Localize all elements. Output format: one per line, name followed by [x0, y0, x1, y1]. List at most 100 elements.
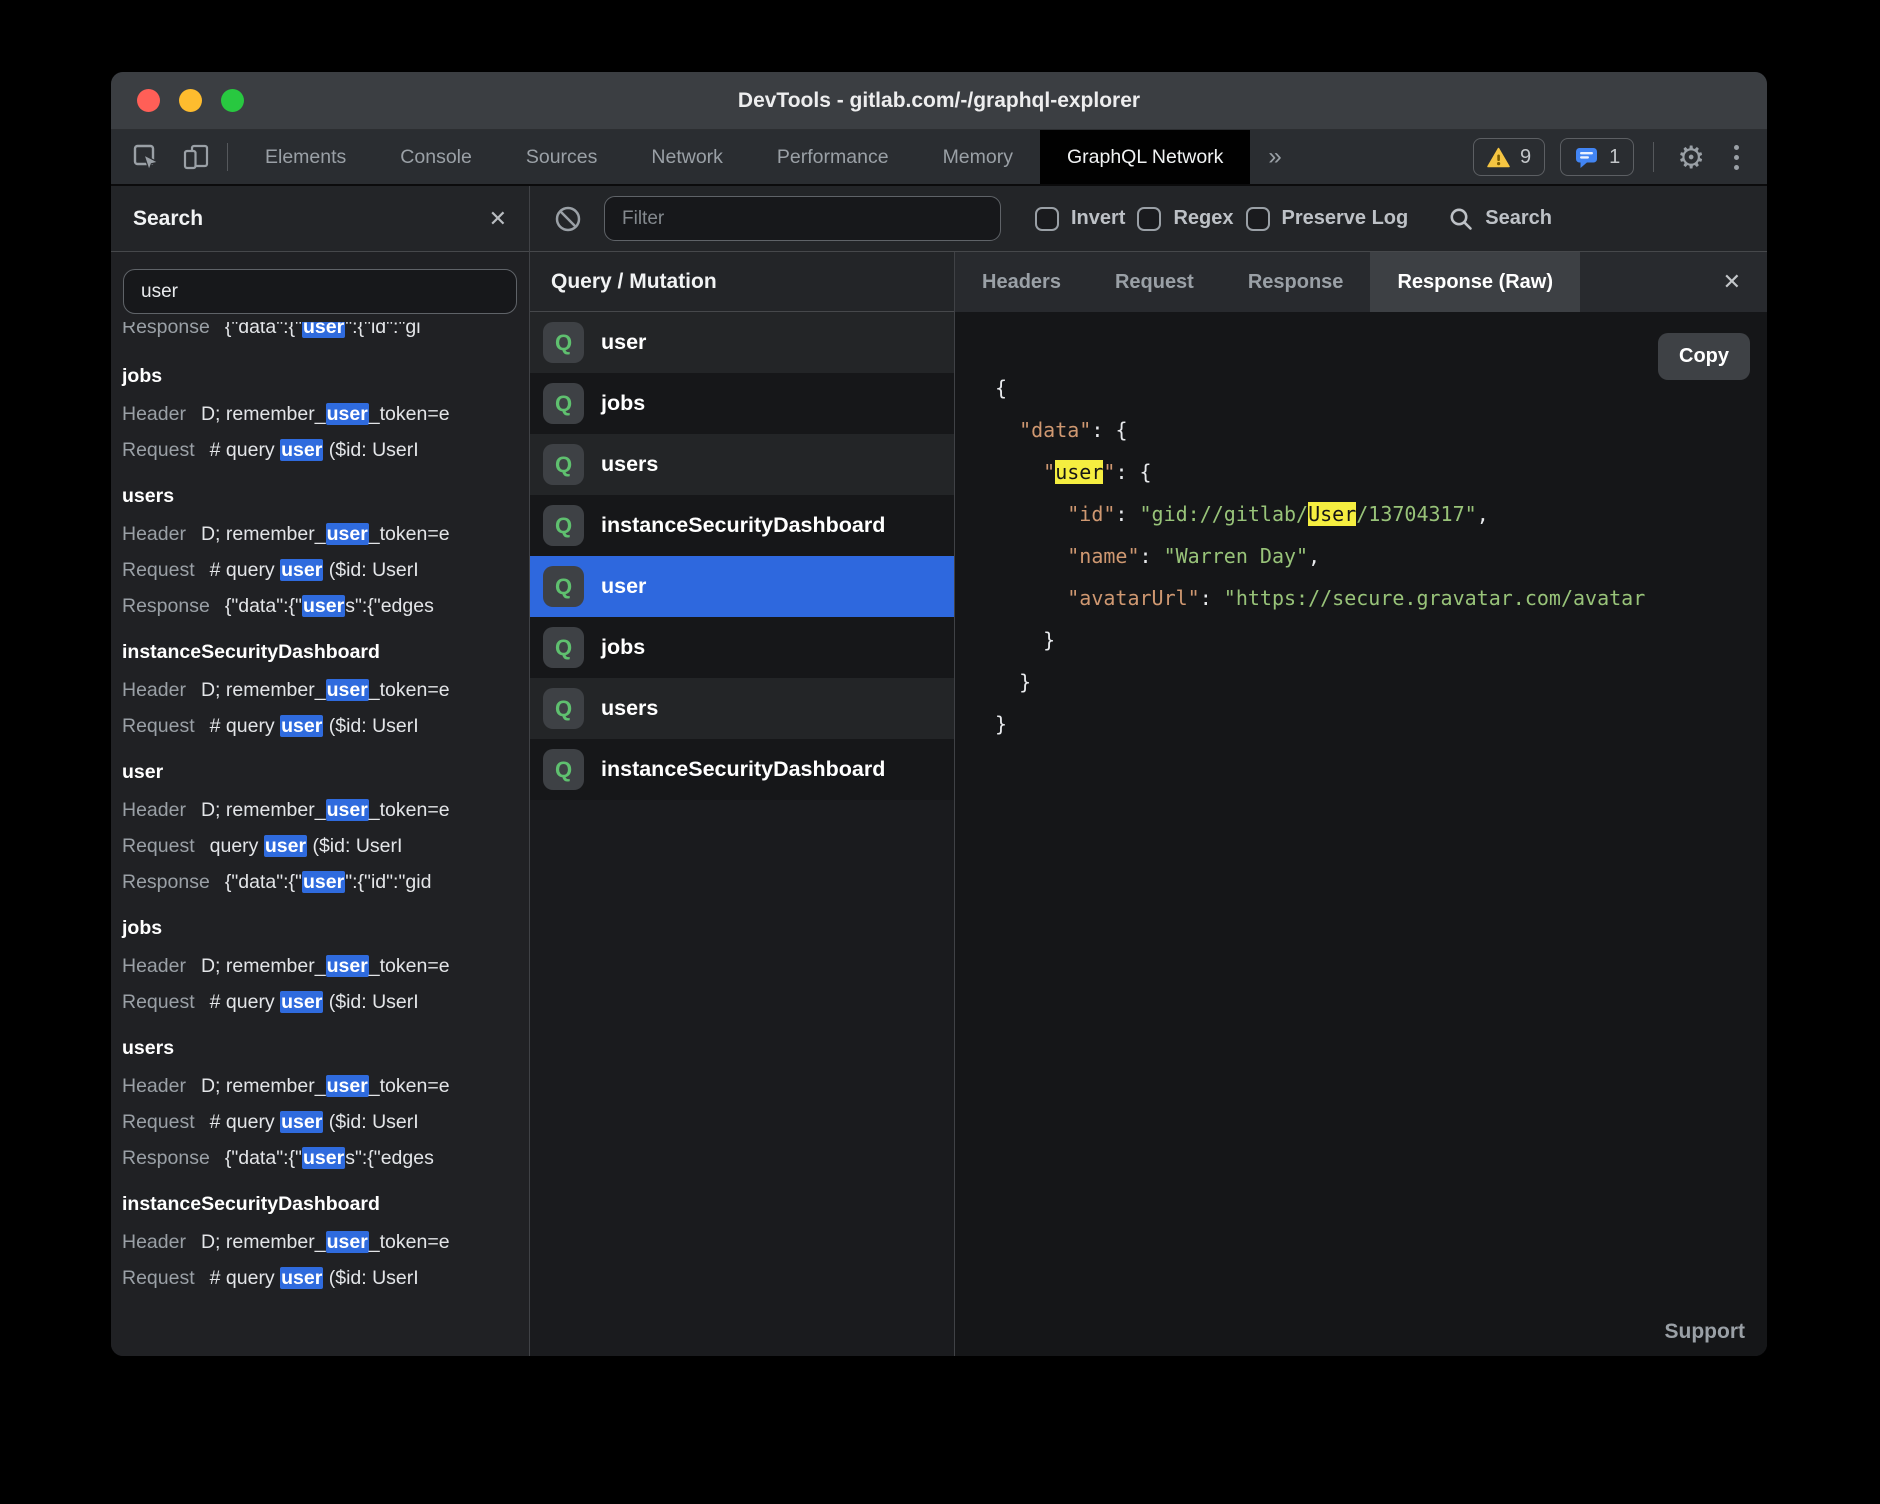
search-result-row-text: # query user ($id: UserI: [210, 439, 419, 461]
json-response: { "data": { "user": { "id": "gid://gitla…: [995, 367, 1767, 745]
search-result-row-text: # query user ($id: UserI: [210, 1111, 419, 1133]
close-details-icon[interactable]: ✕: [1697, 252, 1767, 312]
search-result-section-users: usersHeaderD; remember_user_token=eReque…: [111, 1020, 529, 1176]
search-result-row[interactable]: Response{"data":{"users":{"edges: [111, 1140, 529, 1176]
toolbar-divider: [1653, 142, 1654, 172]
main-content: Search ✕ Response{"data":{"user":{"id":"…: [111, 186, 1767, 1356]
search-result-row[interactable]: Request# query user ($id: UserI: [111, 552, 529, 588]
more-options-icon[interactable]: [1724, 145, 1749, 170]
toolbar-left-icons: [125, 130, 217, 184]
match-highlight: user: [280, 991, 323, 1013]
json-line: "name": "Warren Day",: [995, 535, 1767, 577]
search-panel: Search ✕ Response{"data":{"user":{"id":"…: [111, 186, 530, 1356]
search-result-section-users: usersHeaderD; remember_user_token=eReque…: [111, 468, 529, 624]
search-results-list: Response{"data":{"user":{"id":"gijobsHea…: [111, 322, 529, 1356]
search-result-row[interactable]: HeaderD; remember_user_token=e: [111, 792, 529, 828]
tab-request[interactable]: Request: [1088, 252, 1221, 312]
regex-checkbox[interactable]: Regex: [1137, 207, 1233, 231]
close-window-button[interactable]: [137, 89, 160, 112]
tab-headers[interactable]: Headers: [955, 252, 1088, 312]
search-result-row-label: Request: [122, 439, 195, 461]
search-result-row[interactable]: HeaderD; remember_user_token=e: [111, 672, 529, 708]
query-list-item-instancesecuritydashboard[interactable]: QinstanceSecurityDashboard: [530, 739, 954, 800]
invert-checkbox[interactable]: Invert: [1035, 207, 1125, 231]
devtools-toolbar: ElementsConsoleSourcesNetworkPerformance…: [111, 130, 1767, 186]
search-input[interactable]: [123, 269, 517, 314]
support-link[interactable]: Support: [1665, 1320, 1745, 1344]
filter-bar: Invert Regex Preserve Log Search: [530, 186, 1767, 252]
search-result-row[interactable]: Request# query user ($id: UserI: [111, 984, 529, 1020]
query-list-item-users[interactable]: Qusers: [530, 678, 954, 739]
clear-log-icon[interactable]: [554, 205, 582, 233]
inspect-element-icon[interactable]: [125, 136, 167, 178]
tab-elements[interactable]: Elements: [238, 130, 373, 184]
query-list-item-instancesecuritydashboard[interactable]: QinstanceSecurityDashboard: [530, 495, 954, 556]
search-result-row[interactable]: Requestquery user ($id: UserI: [111, 828, 529, 864]
network-search-label: Search: [1485, 207, 1552, 230]
search-result-row-text: # query user ($id: UserI: [210, 1267, 419, 1289]
zoom-window-button[interactable]: [221, 89, 244, 112]
tab-performance[interactable]: Performance: [750, 130, 916, 184]
query-name: instanceSecurityDashboard: [601, 513, 885, 538]
query-list-item-user[interactable]: Quser: [530, 312, 954, 373]
match-highlight: user: [280, 1111, 323, 1133]
query-list-item-jobs[interactable]: Qjobs: [530, 373, 954, 434]
search-result-row[interactable]: HeaderD; remember_user_token=e: [111, 1224, 529, 1260]
copy-button[interactable]: Copy: [1658, 333, 1750, 380]
match-highlight: user: [302, 1147, 345, 1169]
query-list-item-users[interactable]: Qusers: [530, 434, 954, 495]
search-result-row-label: Response: [122, 1147, 210, 1169]
tab-sources[interactable]: Sources: [499, 130, 625, 184]
tab-console[interactable]: Console: [373, 130, 499, 184]
close-search-icon[interactable]: ✕: [489, 206, 507, 232]
minimize-window-button[interactable]: [179, 89, 202, 112]
search-result-row[interactable]: Response{"data":{"users":{"edges: [111, 588, 529, 624]
panels-split: Query / Mutation QuserQjobsQusersQinstan…: [530, 252, 1767, 1356]
search-result-row-label: Header: [122, 523, 186, 545]
regex-checkbox-box[interactable]: [1137, 207, 1161, 231]
search-result-row-text: # query user ($id: UserI: [210, 715, 419, 737]
search-result-row[interactable]: Request# query user ($id: UserI: [111, 708, 529, 744]
device-toolbar-icon[interactable]: [175, 136, 217, 178]
search-result-row-text: D; remember_user_token=e: [201, 799, 450, 821]
search-result-row-text: {"data":{"user":{"id":"gi: [225, 322, 421, 338]
match-highlight: user: [326, 1231, 369, 1253]
json-line: "user": {: [995, 451, 1767, 493]
search-result-row[interactable]: Request# query user ($id: UserI: [111, 1104, 529, 1140]
tab-response[interactable]: Response: [1221, 252, 1371, 312]
query-list-item-user[interactable]: Quser: [530, 556, 954, 617]
search-result-row[interactable]: HeaderD; remember_user_token=e: [111, 948, 529, 984]
json-line: "data": {: [995, 409, 1767, 451]
query-list: QuserQjobsQusersQinstanceSecurityDashboa…: [530, 312, 954, 1356]
preserve-log-checkbox[interactable]: Preserve Log: [1246, 207, 1409, 231]
query-list-item-jobs[interactable]: Qjobs: [530, 617, 954, 678]
tab-memory[interactable]: Memory: [916, 130, 1040, 184]
query-type-badge: Q: [543, 505, 584, 546]
search-result-row[interactable]: HeaderD; remember_user_token=e: [111, 396, 529, 432]
invert-checkbox-box[interactable]: [1035, 207, 1059, 231]
warnings-badge[interactable]: 9: [1473, 138, 1545, 176]
search-result-row[interactable]: Response{"data":{"user":{"id":"gid: [111, 864, 529, 900]
match-highlight: user: [326, 955, 369, 977]
messages-badge[interactable]: 1: [1560, 138, 1634, 176]
search-result-row[interactable]: HeaderD; remember_user_token=e: [111, 1068, 529, 1104]
search-result-row-label: Header: [122, 1075, 186, 1097]
tab-graphql-network[interactable]: GraphQL Network: [1040, 130, 1250, 184]
search-result-row-text: # query user ($id: UserI: [210, 991, 419, 1013]
search-result-row[interactable]: HeaderD; remember_user_token=e: [111, 516, 529, 552]
search-result-row[interactable]: Response{"data":{"user":{"id":"gi: [111, 322, 529, 345]
search-result-row[interactable]: Request# query user ($id: UserI: [111, 1260, 529, 1296]
search-result-row[interactable]: Request # query user ($id: UserI: [111, 432, 529, 468]
settings-icon[interactable]: ⚙: [1673, 142, 1709, 173]
search-input-wrap: [111, 252, 529, 322]
invert-checkbox-label: Invert: [1071, 207, 1125, 230]
tab-response-raw[interactable]: Response (Raw): [1370, 252, 1580, 312]
filter-input[interactable]: [604, 196, 1001, 241]
search-result-row-text: D; remember_user_token=e: [201, 1231, 450, 1253]
more-tabs-icon[interactable]: »: [1250, 130, 1299, 184]
preserve-log-checkbox-box[interactable]: [1246, 207, 1270, 231]
tab-network[interactable]: Network: [624, 130, 750, 184]
search-result-section-jobs: jobsHeaderD; remember_user_token=eReques…: [111, 900, 529, 1020]
match-highlight: user: [302, 871, 345, 893]
network-search-button[interactable]: Search: [1448, 206, 1552, 232]
